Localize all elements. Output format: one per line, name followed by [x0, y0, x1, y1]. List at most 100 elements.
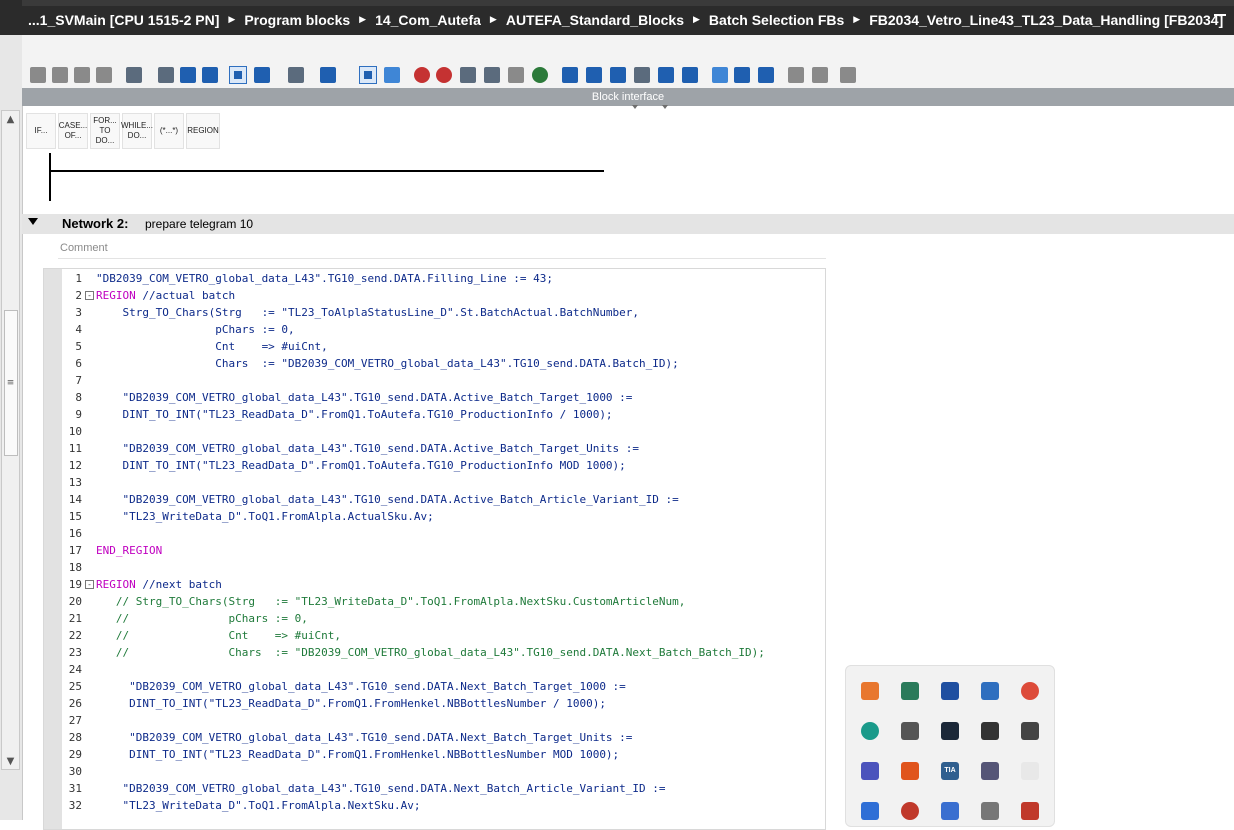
code-line[interactable]: 11 "DB2039_COM_VETRO_global_data_L43".TG…: [44, 440, 825, 457]
go-to-icon[interactable]: [484, 67, 500, 83]
code-line[interactable]: 32 "TL23_WriteData_D".ToQ1.FromAlpla.Nex…: [44, 797, 825, 814]
collapse-arrow-icon[interactable]: [28, 218, 38, 225]
link-icon[interactable]: [941, 802, 959, 820]
code-text[interactable]: Cnt => #uiCnt,: [96, 338, 328, 355]
clear-breakpoint-icon[interactable]: [436, 67, 452, 83]
code-line[interactable]: 6 Chars := "DB2039_COM_VETRO_global_data…: [44, 355, 825, 372]
network-download-icon[interactable]: [320, 67, 336, 83]
indent-back-icon[interactable]: [562, 67, 578, 83]
code-line[interactable]: 25 "DB2039_COM_VETRO_global_data_L43".TG…: [44, 678, 825, 695]
tia-portal-icon[interactable]: TIA: [941, 762, 959, 780]
code-text[interactable]: DINT_TO_INT("TL23_ReadData_D".FromQ1.Fro…: [96, 746, 619, 763]
append-row-icon[interactable]: [96, 67, 112, 83]
list-view-icon[interactable]: [359, 66, 377, 84]
code-text[interactable]: "DB2039_COM_VETRO_global_data_L43".TG10_…: [96, 780, 665, 797]
breadcrumb-item[interactable]: 14_Com_Autefa: [375, 12, 481, 28]
code-line[interactable]: 9 DINT_TO_INT("TL23_ReadData_D".FromQ1.T…: [44, 406, 825, 423]
window-icon[interactable]: [180, 67, 196, 83]
list-icon[interactable]: [508, 67, 524, 83]
palette-case-of[interactable]: CASE... OF...: [58, 113, 88, 149]
code-text[interactable]: // pChars := 0,: [96, 610, 308, 627]
palette-while-do[interactable]: WHILE... DO...: [121, 113, 153, 149]
scl-code-editor[interactable]: 1 "DB2039_COM_VETRO_global_data_L43".TG10…: [43, 268, 826, 830]
expand-all-icon[interactable]: [254, 67, 270, 83]
network-icon[interactable]: [901, 682, 919, 700]
vector-icon[interactable]: [981, 722, 999, 740]
grid-icon[interactable]: [901, 722, 919, 740]
info-icon[interactable]: [941, 682, 959, 700]
filter-icon[interactable]: [682, 67, 698, 83]
code-text[interactable]: "TL23_WriteData_D".ToQ1.FromAlpla.Actual…: [96, 508, 433, 525]
code-line[interactable]: 31 "DB2039_COM_VETRO_global_data_L43".TG…: [44, 780, 825, 797]
watch-icon[interactable]: [812, 67, 828, 83]
steam-icon[interactable]: [941, 722, 959, 740]
monitor-icon[interactable]: [126, 67, 142, 83]
breadcrumb-item[interactable]: AUTEFA_Standard_Blocks: [506, 12, 684, 28]
code-text[interactable]: DINT_TO_INT("TL23_ReadData_D".FromQ1.ToA…: [96, 406, 612, 423]
favorites-icon[interactable]: [384, 67, 400, 83]
comment-bubble-icon[interactable]: [229, 66, 247, 84]
snapshot-icon[interactable]: [712, 67, 728, 83]
code-text[interactable]: END_REGION: [96, 542, 162, 559]
insert-network-icon[interactable]: [30, 67, 46, 83]
code-text[interactable]: DINT_TO_INT("TL23_ReadData_D".FromQ1.ToA…: [96, 457, 625, 474]
code-text[interactable]: REGION //actual batch: [96, 287, 235, 304]
confirm-icon[interactable]: [532, 67, 548, 83]
code-text[interactable]: "TL23_WriteData_D".ToQ1.FromAlpla.NextSk…: [96, 797, 420, 814]
code-line[interactable]: 27: [44, 712, 825, 729]
database-icon[interactable]: [840, 67, 856, 83]
vpn-icon[interactable]: [981, 682, 999, 700]
code-line[interactable]: 29 DINT_TO_INT("TL23_ReadData_D".FromQ1.…: [44, 746, 825, 763]
code-text[interactable]: // Chars := "DB2039_COM_VETRO_global_dat…: [96, 644, 765, 661]
blank-icon[interactable]: [1021, 762, 1039, 780]
palette-if[interactable]: IF...: [26, 113, 56, 149]
compare-icon[interactable]: [460, 67, 476, 83]
code-line[interactable]: 28 "DB2039_COM_VETRO_global_data_L43".TG…: [44, 729, 825, 746]
code-line[interactable]: 20 // Strg_TO_Chars(Strg := "TL23_WriteD…: [44, 593, 825, 610]
indent-icon[interactable]: [586, 67, 602, 83]
network-description[interactable]: prepare telegram 10: [145, 217, 253, 231]
sort-icon[interactable]: [658, 67, 674, 83]
code-line[interactable]: 23 // Chars := "DB2039_COM_VETRO_global_…: [44, 644, 825, 661]
code-line[interactable]: 16: [44, 525, 825, 542]
code-line[interactable]: 13: [44, 474, 825, 491]
mail-icon[interactable]: [1021, 722, 1039, 740]
code-line[interactable]: 5 Cnt => #uiCnt,: [44, 338, 825, 355]
code-line[interactable]: 21 // pChars := 0,: [44, 610, 825, 627]
breadcrumb-item-current[interactable]: FB2034_Vetro_Line43_TL23_Data_Handling […: [869, 12, 1223, 28]
scroll-down-icon[interactable]: ▼: [3, 754, 18, 769]
code-text[interactable]: // Strg_TO_Chars(Strg := "TL23_WriteData…: [96, 593, 686, 610]
fold-toggle-icon[interactable]: -: [85, 580, 94, 589]
redo-icon[interactable]: [758, 67, 774, 83]
code-text[interactable]: "DB2039_COM_VETRO_global_data_L43".TG10_…: [96, 389, 632, 406]
fold-toggle-icon[interactable]: -: [85, 291, 94, 300]
dj-icon[interactable]: [861, 802, 879, 820]
code-line[interactable]: 24: [44, 661, 825, 678]
undo-icon[interactable]: [734, 67, 750, 83]
minimize-icon[interactable]: [1214, 14, 1226, 16]
bandicam-icon[interactable]: [861, 682, 879, 700]
code-text[interactable]: "DB2039_COM_VETRO_global_data_L43".TG10_…: [96, 270, 553, 287]
code-text[interactable]: Chars := "DB2039_COM_VETRO_global_data_L…: [96, 355, 679, 372]
panel-icon[interactable]: [202, 67, 218, 83]
align-icon[interactable]: [158, 67, 174, 83]
code-text[interactable]: "DB2039_COM_VETRO_global_data_L43".TG10_…: [96, 440, 639, 457]
target-icon[interactable]: [861, 722, 879, 740]
glasses-icon[interactable]: [788, 67, 804, 83]
scroll-up-icon[interactable]: ▲: [3, 112, 18, 127]
code-line[interactable]: 30: [44, 763, 825, 780]
code-line[interactable]: 12 DINT_TO_INT("TL23_ReadData_D".FromQ1.…: [44, 457, 825, 474]
stop-breakpoint-icon[interactable]: [414, 67, 430, 83]
code-text[interactable]: REGION //next batch: [96, 576, 222, 593]
code-text[interactable]: "DB2039_COM_VETRO_global_data_L43".TG10_…: [96, 678, 626, 695]
server-icon[interactable]: [981, 802, 999, 820]
collapse-icon[interactable]: [288, 67, 304, 83]
network-comment-field[interactable]: Comment: [58, 238, 826, 259]
code-line[interactable]: 10: [44, 423, 825, 440]
code-line[interactable]: 22 // Cnt => #uiCnt,: [44, 627, 825, 644]
code-line[interactable]: 1 "DB2039_COM_VETRO_global_data_L43".TG10…: [44, 270, 825, 287]
palette-comment[interactable]: (*...*): [154, 113, 184, 149]
error-icon[interactable]: [901, 802, 919, 820]
code-line[interactable]: 14 "DB2039_COM_VETRO_global_data_L43".TG…: [44, 491, 825, 508]
code-line[interactable]: 18: [44, 559, 825, 576]
